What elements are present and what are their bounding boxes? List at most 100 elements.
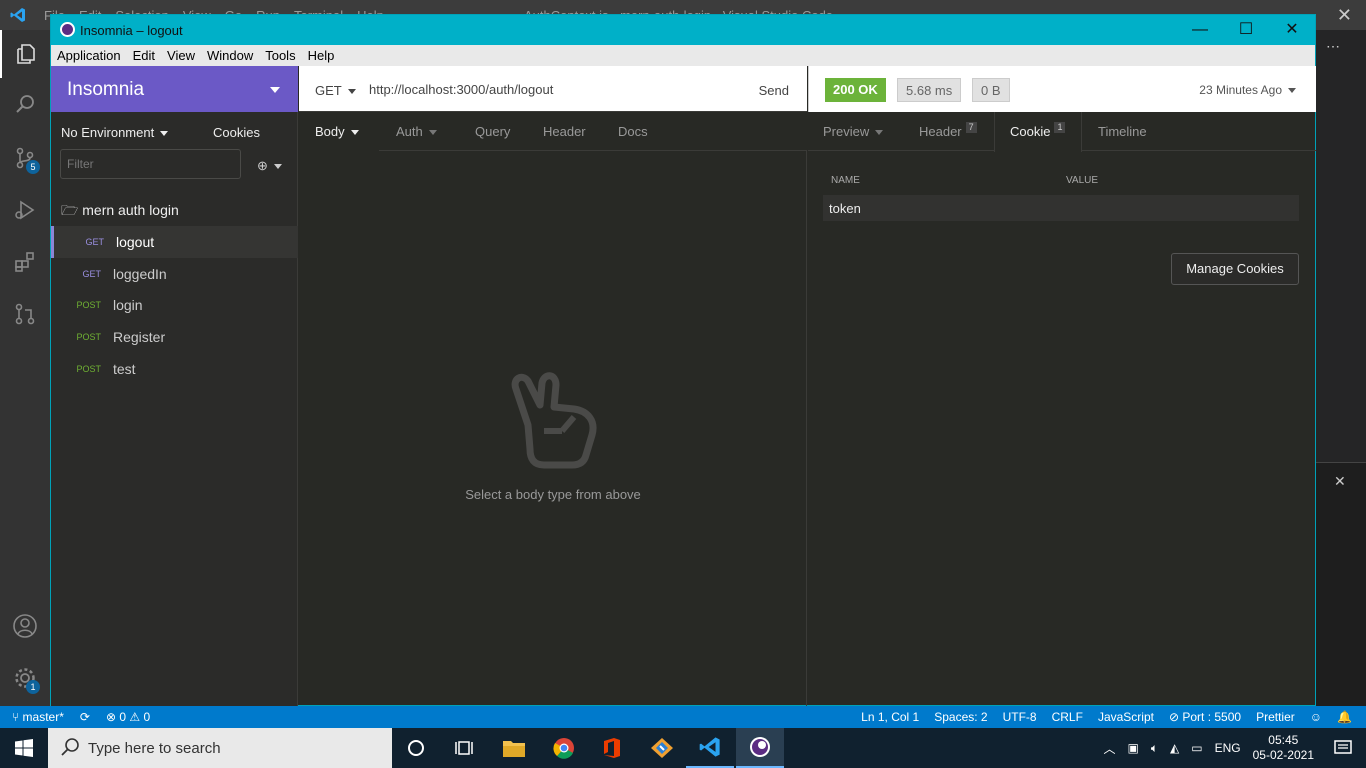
windows-start-icon[interactable]: [0, 728, 48, 768]
more-actions-icon[interactable]: ⋯: [1326, 38, 1340, 55]
taskbar-search-input[interactable]: Type here to search: [48, 728, 392, 768]
task-view-icon[interactable]: [440, 728, 488, 768]
source-control-icon[interactable]: 5: [0, 134, 50, 182]
request-item-register[interactable]: POST Register: [51, 321, 298, 353]
workspace-name: Insomnia: [67, 79, 145, 100]
tray-chevron-icon[interactable]: ︿: [1103, 740, 1115, 757]
language-mode[interactable]: JavaScript: [1098, 710, 1154, 724]
manage-cookies-button[interactable]: Manage Cookies: [1171, 253, 1299, 285]
panel-close-icon[interactable]: ✕: [1334, 473, 1346, 490]
request-item-loggedin[interactable]: GET loggedIn: [51, 258, 298, 290]
tab-body[interactable]: Body: [299, 112, 379, 151]
body-caret-icon: [350, 130, 359, 136]
vscode-close-icon[interactable]: ✕: [1337, 5, 1352, 26]
battery-icon[interactable]: ▭: [1191, 741, 1202, 755]
branch-icon: ⑂: [12, 710, 20, 724]
insomnia-taskbar-icon[interactable]: [736, 728, 784, 768]
status-badge: 200 OK: [825, 78, 886, 102]
response-bar: 200 OK 5.68 ms 0 B 23 Minutes Ago: [808, 66, 1316, 112]
formatter[interactable]: Prettier: [1256, 710, 1295, 724]
insomnia-sidebar: Insomnia No Environment Cookies Filter ⊕…: [51, 66, 298, 706]
cookies-button[interactable]: Cookies: [213, 125, 260, 140]
cookie-name: token: [829, 201, 861, 216]
vscode-logo-icon: [10, 8, 25, 22]
url-input[interactable]: http://localhost:3000/auth/logout: [369, 82, 553, 97]
tab-auth[interactable]: Auth: [396, 112, 437, 151]
minimize-icon[interactable]: —: [1189, 19, 1211, 41]
action-center-icon[interactable]: [1320, 728, 1366, 768]
clock-date: 05-02-2021: [1252, 748, 1314, 762]
menu-help[interactable]: Help: [308, 45, 335, 66]
workspace-caret-icon: [270, 87, 280, 93]
peace-hand-icon: [511, 372, 597, 469]
request-method: POST: [76, 364, 101, 374]
tab-query[interactable]: Query: [475, 112, 510, 151]
clock[interactable]: 05:45 05-02-2021: [1253, 733, 1314, 763]
pull-request-icon[interactable]: [0, 290, 50, 338]
tab-timeline[interactable]: Timeline: [1098, 112, 1147, 151]
system-tray: ︿ ▣ 🔈︎ ◭ ▭ ENG 05:45 05-02-2021: [1103, 728, 1314, 768]
language-indicator[interactable]: ENG: [1215, 741, 1241, 755]
folder-name: mern auth login: [82, 202, 179, 218]
request-method: POST: [76, 300, 101, 310]
source-control-badge: 5: [26, 160, 40, 174]
git-gui-icon[interactable]: [638, 728, 686, 768]
request-item-logout[interactable]: GET logout: [51, 226, 298, 258]
filter-input[interactable]: Filter: [60, 149, 241, 179]
auth-caret-icon: [428, 130, 437, 136]
explorer-icon[interactable]: [0, 30, 50, 78]
menu-edit[interactable]: Edit: [133, 45, 155, 66]
send-button[interactable]: Send: [759, 83, 789, 98]
menu-tools[interactable]: Tools: [265, 45, 295, 66]
add-request-button[interactable]: ⊕: [257, 158, 282, 174]
volume-icon[interactable]: 🔈︎: [1151, 741, 1158, 756]
cookie-col-value: VALUE: [1066, 175, 1099, 186]
vscode-taskbar-icon[interactable]: [686, 728, 734, 768]
plus-circle-icon: ⊕: [257, 158, 268, 173]
cortana-icon[interactable]: [392, 728, 440, 768]
meet-now-icon[interactable]: ▣: [1127, 741, 1138, 755]
maximize-icon[interactable]: ☐: [1235, 19, 1257, 41]
history-dropdown[interactable]: 23 Minutes Ago: [1199, 83, 1296, 97]
request-item-login[interactable]: POST login: [51, 289, 298, 321]
vscode-statusbar: ⑂ master* ⟳ ⊗ 0 ⚠ 0 Ln 1, Col 1 Spaces: …: [0, 706, 1366, 728]
method-dropdown[interactable]: GET: [315, 83, 356, 98]
feedback-icon[interactable]: ☺: [1310, 710, 1322, 724]
branch-indicator[interactable]: ⑂ master*: [12, 710, 64, 724]
error-icon: ⊗: [105, 710, 117, 724]
request-name: test: [113, 361, 136, 377]
chrome-icon[interactable]: [540, 728, 588, 768]
settings-gear-icon[interactable]: 1: [0, 654, 50, 702]
network-icon[interactable]: ◭: [1170, 741, 1179, 755]
tab-response-header[interactable]: Header 7: [919, 112, 977, 151]
environment-dropdown[interactable]: No Environment: [61, 125, 169, 140]
insomnia-titlebar: Insomnia – logout — ☐ ✕: [51, 15, 1315, 45]
extensions-icon[interactable]: [0, 238, 50, 286]
encoding[interactable]: UTF-8: [1003, 710, 1037, 724]
workspace-dropdown[interactable]: Insomnia: [51, 66, 298, 112]
folder-item[interactable]: 🗁 mern auth login: [61, 200, 179, 224]
tab-docs[interactable]: Docs: [618, 112, 648, 151]
live-server-port[interactable]: ⊘ Port : 5500: [1169, 710, 1241, 724]
cursor-position[interactable]: Ln 1, Col 1: [861, 710, 919, 724]
tab-preview[interactable]: Preview: [823, 112, 884, 151]
close-icon[interactable]: ✕: [1281, 19, 1303, 41]
tab-header[interactable]: Header: [543, 112, 586, 151]
notifications-icon[interactable]: 🔔: [1337, 710, 1352, 724]
menu-view[interactable]: View: [167, 45, 195, 66]
menu-window[interactable]: Window: [207, 45, 253, 66]
url-bar: GET http://localhost:3000/auth/logout Se…: [299, 66, 807, 112]
response-tabs: Preview Header 7 Cookie 1 Timeline: [808, 112, 1316, 152]
menu-application[interactable]: Application: [57, 45, 121, 66]
run-debug-icon[interactable]: [0, 186, 50, 234]
problems-indicator[interactable]: ⊗ 0 ⚠ 0: [106, 710, 150, 724]
tab-cookie[interactable]: Cookie 1: [994, 112, 1082, 152]
file-explorer-icon[interactable]: [490, 728, 538, 768]
line-ending[interactable]: CRLF: [1052, 710, 1083, 724]
sync-icon[interactable]: ⟳: [80, 710, 90, 724]
accounts-icon[interactable]: [0, 602, 50, 650]
request-item-test[interactable]: POST test: [51, 353, 298, 385]
indentation[interactable]: Spaces: 2: [934, 710, 987, 724]
office-icon[interactable]: [588, 728, 636, 768]
search-icon[interactable]: [0, 80, 50, 128]
